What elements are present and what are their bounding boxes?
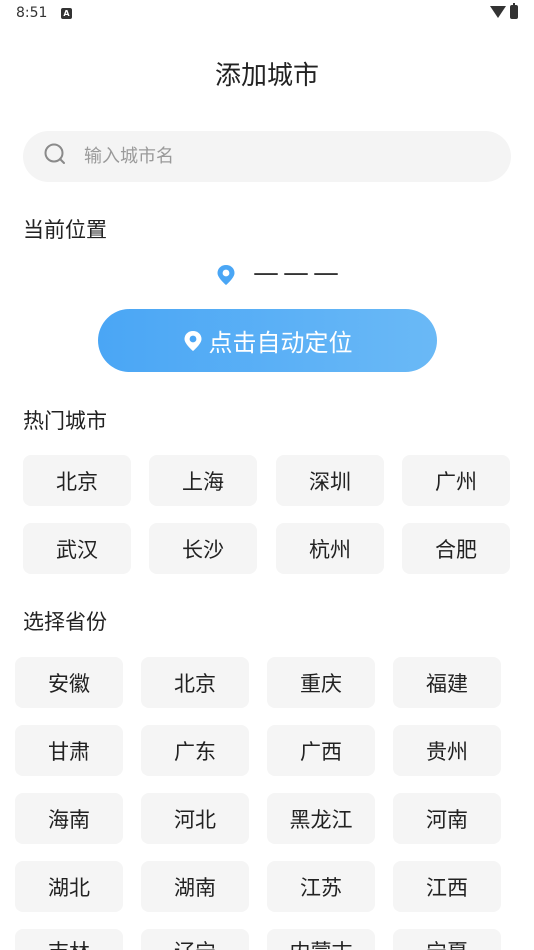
province-chip[interactable]: 北京 bbox=[141, 657, 249, 708]
current-location-label: 当前位置 bbox=[23, 218, 107, 242]
province-chip[interactable]: 福建 bbox=[393, 657, 501, 708]
location-pin-icon bbox=[184, 330, 201, 351]
province-chip[interactable]: 江西 bbox=[393, 861, 501, 912]
province-chip[interactable]: 辽宁 bbox=[141, 929, 249, 950]
province-chip[interactable]: 湖南 bbox=[141, 861, 249, 912]
province-chip[interactable]: 广东 bbox=[141, 725, 249, 776]
provinces-label: 选择省份 bbox=[23, 610, 107, 634]
hot-city-chip[interactable]: 深圳 bbox=[276, 455, 384, 506]
hot-city-chip[interactable]: 长沙 bbox=[149, 523, 257, 574]
hot-city-chip[interactable]: 武汉 bbox=[23, 523, 131, 574]
province-chip[interactable]: 安徽 bbox=[15, 657, 123, 708]
page-title: 添加城市 bbox=[214, 61, 319, 91]
province-chip[interactable]: 内蒙古 bbox=[267, 929, 375, 950]
status-time: 8:51 bbox=[16, 5, 48, 21]
province-chip[interactable]: 贵州 bbox=[393, 725, 501, 776]
notification-icon: A bbox=[61, 8, 72, 19]
hot-city-chip[interactable]: 北京 bbox=[23, 455, 131, 506]
province-chip[interactable]: 广西 bbox=[267, 725, 375, 776]
hot-cities-label: 热门城市 bbox=[23, 409, 107, 433]
search-icon bbox=[44, 143, 65, 164]
province-chip[interactable]: 湖北 bbox=[15, 861, 123, 912]
province-chip[interactable]: 重庆 bbox=[267, 657, 375, 708]
province-chip-label: 吉林 bbox=[48, 936, 90, 950]
auto-locate-label: 点击自动定位 bbox=[208, 329, 353, 357]
province-chip[interactable]: 宁夏 bbox=[393, 929, 501, 950]
province-chip[interactable]: 吉林 bbox=[15, 929, 123, 950]
province-chip[interactable]: 甘肃 bbox=[15, 725, 123, 776]
search-input[interactable] bbox=[84, 144, 484, 168]
province-chip-label: 辽宁 bbox=[174, 936, 216, 950]
hot-city-chip[interactable]: 广州 bbox=[402, 455, 510, 506]
location-pin-icon bbox=[217, 265, 235, 285]
battery-icon bbox=[510, 3, 518, 19]
hot-city-chip[interactable]: 杭州 bbox=[276, 523, 384, 574]
hot-city-chip[interactable]: 合肥 bbox=[402, 523, 510, 574]
hot-city-chip[interactable]: 上海 bbox=[149, 455, 257, 506]
province-chip[interactable]: 黑龙江 bbox=[267, 793, 375, 844]
province-chip[interactable]: 河北 bbox=[141, 793, 249, 844]
current-location-value: ——— bbox=[253, 258, 343, 288]
auto-locate-button[interactable]: 点击自动定位 bbox=[98, 309, 437, 372]
province-chip[interactable]: 江苏 bbox=[267, 861, 375, 912]
province-chip-label: 宁夏 bbox=[426, 936, 468, 950]
province-chip[interactable]: 海南 bbox=[15, 793, 123, 844]
status-bar: 8:51 A bbox=[0, 0, 534, 28]
province-chip[interactable]: 河南 bbox=[393, 793, 501, 844]
province-chip-label: 内蒙古 bbox=[290, 936, 353, 950]
wifi-icon bbox=[490, 6, 506, 18]
